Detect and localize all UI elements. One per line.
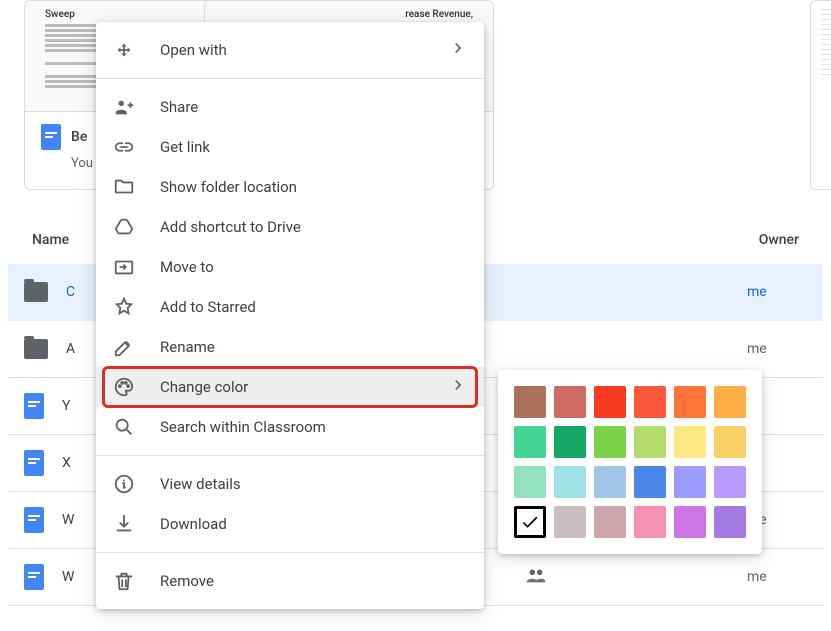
menu-move-to[interactable]: Move to [96,247,484,287]
color-swatch[interactable] [554,386,586,418]
color-swatch[interactable] [714,506,746,538]
docs-icon [41,124,61,150]
menu-label: Rename [160,338,468,356]
menu-label: Download [160,515,468,533]
docs-icon [24,507,44,533]
context-menu: Open with Share Get link Show folder loc… [96,22,484,609]
menu-share[interactable]: Share [96,87,484,127]
docs-icon [24,393,44,419]
docs-icon [24,450,44,476]
menu-label: View details [160,475,468,493]
color-swatch[interactable] [554,426,586,458]
docs-icon [24,564,44,590]
color-swatch[interactable] [634,466,666,498]
rename-icon [112,335,136,359]
color-swatch[interactable] [714,466,746,498]
preview-title: rease Revenue, [225,9,473,20]
column-header-name[interactable]: Name [32,232,69,248]
color-swatch[interactable] [514,386,546,418]
menu-label: Add to Starred [160,298,468,316]
color-swatch[interactable] [714,426,746,458]
move-to-icon [112,255,136,279]
file-owner: me [747,569,807,585]
menu-open-with[interactable]: Open with [96,30,484,70]
info-icon [112,472,136,496]
menu-show-folder[interactable]: Show folder location [96,167,484,207]
menu-label: Move to [160,258,468,276]
menu-label: Share [160,98,468,116]
color-swatch[interactable] [594,386,626,418]
share-icon [112,95,136,119]
menu-get-link[interactable]: Get link [96,127,484,167]
menu-download[interactable]: Download [96,504,484,544]
color-swatch[interactable] [514,506,546,538]
color-swatch[interactable] [674,506,706,538]
folder-outline-icon [112,175,136,199]
menu-label: Show folder location [160,178,468,196]
menu-add-shortcut[interactable]: Add shortcut to Drive [96,207,484,247]
menu-label: Add shortcut to Drive [160,218,468,236]
trash-icon [112,569,136,593]
color-swatch[interactable] [634,506,666,538]
drive-shortcut-icon [112,215,136,239]
color-swatch[interactable] [514,426,546,458]
folder-icon [24,282,48,302]
file-owner: me [747,341,807,357]
menu-rename[interactable]: Rename [96,327,484,367]
color-palette [498,370,762,554]
color-swatch[interactable] [554,506,586,538]
color-swatch[interactable] [634,386,666,418]
palette-icon [112,375,136,399]
menu-change-color[interactable]: Change color [96,367,484,407]
folder-icon [24,339,48,359]
search-icon [112,415,136,439]
chevron-right-icon [448,38,468,62]
color-swatch[interactable] [674,386,706,418]
color-swatch[interactable] [514,466,546,498]
color-swatch[interactable] [674,426,706,458]
menu-view-details[interactable]: View details [96,464,484,504]
chevron-right-icon [448,375,468,399]
card-preview [811,1,831,189]
menu-label: Get link [160,138,468,156]
color-swatch[interactable] [594,426,626,458]
star-outline-icon [112,295,136,319]
menu-label: Remove [160,572,468,590]
column-header-owner[interactable]: Owner [759,232,799,248]
suggested-card[interactable] [810,0,831,190]
color-swatch[interactable] [554,466,586,498]
color-swatch[interactable] [714,386,746,418]
file-owner: me [747,284,807,300]
link-icon [112,135,136,159]
card-title: Be [71,129,87,145]
menu-label: Change color [160,378,424,396]
shared-icon [525,565,549,589]
color-swatch[interactable] [674,466,706,498]
open-with-icon [112,38,136,62]
color-swatch[interactable] [594,506,626,538]
menu-label: Search within Classroom [160,418,468,436]
color-swatch[interactable] [594,466,626,498]
menu-search-classroom[interactable]: Search within Classroom [96,407,484,447]
color-swatch[interactable] [634,426,666,458]
menu-label: Open with [160,41,424,59]
download-icon [112,512,136,536]
menu-add-starred[interactable]: Add to Starred [96,287,484,327]
menu-remove[interactable]: Remove [96,561,484,601]
